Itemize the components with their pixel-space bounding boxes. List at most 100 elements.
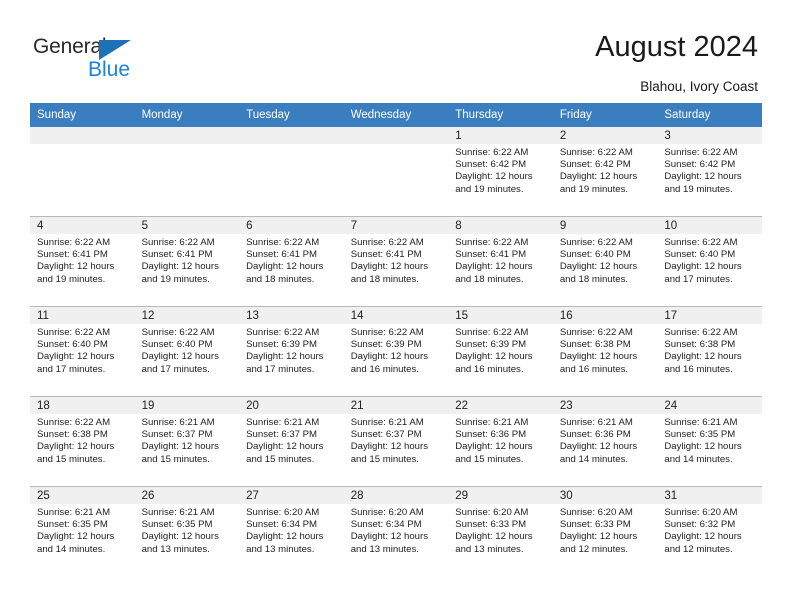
calendar-day-cell[interactable]: 27 Sunrise: 6:20 AM Sunset: 6:34 PM Dayligh… bbox=[239, 486, 344, 576]
day-number: 28 bbox=[343, 487, 449, 504]
calendar-day-cell[interactable]: 29 Sunrise: 6:20 AM Sunset: 6:33 PM Dayligh… bbox=[448, 486, 553, 576]
calendar-day-cell[interactable]: 31 Sunrise: 6:20 AM Sunset: 6:32 PM Dayligh… bbox=[657, 486, 762, 576]
calendar-day-cell[interactable]: 19 Sunrise: 6:21 AM Sunset: 6:37 PM Dayligh… bbox=[134, 396, 240, 487]
day-cell-inner: 14 Sunrise: 6:22 AM Sunset: 6:39 PM Dayligh… bbox=[343, 307, 449, 396]
calendar-day-cell[interactable]: 25 Sunrise: 6:21 AM Sunset: 6:35 PM Dayligh… bbox=[30, 486, 135, 576]
daylight-duration-line2: and 18 minutes. bbox=[455, 273, 524, 285]
logo-text-blue: Blue bbox=[88, 58, 131, 81]
calendar-day-cell[interactable]: 15 Sunrise: 6:22 AM Sunset: 6:39 PM Dayligh… bbox=[448, 306, 553, 397]
calendar-day-cell[interactable]: 22 Sunrise: 6:21 AM Sunset: 6:36 PM Dayligh… bbox=[448, 396, 553, 487]
daylight-duration-line1: Daylight: 12 hours bbox=[455, 531, 533, 543]
daylight-duration-line2: and 15 minutes. bbox=[455, 453, 524, 465]
calendar-day-cell[interactable]: 20 Sunrise: 6:21 AM Sunset: 6:37 PM Dayligh… bbox=[239, 396, 344, 487]
calendar-day-cell[interactable]: 21 Sunrise: 6:21 AM Sunset: 6:37 PM Dayligh… bbox=[343, 396, 449, 487]
daylight-duration-line1: Daylight: 12 hours bbox=[37, 351, 115, 363]
sunset-time: Sunset: 6:32 PM bbox=[664, 519, 736, 531]
day-details: Sunrise: 6:22 AM Sunset: 6:40 PM Daylight:… bbox=[553, 234, 658, 286]
day-cell-inner: 22 Sunrise: 6:21 AM Sunset: 6:36 PM Dayligh… bbox=[448, 397, 553, 486]
calendar-day-cell[interactable]: 6 Sunrise: 6:22 AM Sunset: 6:41 PM Daylight… bbox=[239, 216, 344, 307]
sunset-time: Sunset: 6:33 PM bbox=[455, 519, 527, 531]
calendar-week-row: 4 Sunrise: 6:22 AM Sunset: 6:41 PM Daylight… bbox=[30, 216, 762, 307]
calendar-day-cell[interactable]: 2 Sunrise: 6:22 AM Sunset: 6:42 PM Daylight… bbox=[552, 127, 658, 217]
calendar-day-cell[interactable]: 17 Sunrise: 6:22 AM Sunset: 6:38 PM Dayligh… bbox=[657, 306, 762, 397]
page-location: Blahou, Ivory Coast bbox=[640, 79, 758, 94]
day-number: 3 bbox=[657, 127, 762, 144]
sunset-time: Sunset: 6:36 PM bbox=[559, 429, 631, 441]
daylight-duration-line1: Daylight: 12 hours bbox=[664, 441, 742, 453]
daylight-duration-line1: Daylight: 12 hours bbox=[559, 171, 638, 183]
calendar-page: General Blue August 2024 Blahou, Ivory C… bbox=[0, 0, 792, 612]
day-cell-inner: 8 Sunrise: 6:22 AM Sunset: 6:41 PM Daylight… bbox=[448, 217, 553, 306]
calendar-day-cell[interactable]: 24 Sunrise: 6:21 AM Sunset: 6:35 PM Dayligh… bbox=[657, 396, 762, 487]
calendar-day-cell[interactable]: 3 Sunrise: 6:22 AM Sunset: 6:42 PM Daylight… bbox=[657, 127, 762, 217]
sunset-time: Sunset: 6:34 PM bbox=[246, 519, 318, 531]
sunrise-time: Sunrise: 6:21 AM bbox=[141, 417, 215, 428]
sunrise-time: Sunrise: 6:22 AM bbox=[37, 327, 111, 338]
daylight-duration-line2: and 17 minutes. bbox=[664, 273, 733, 285]
day-number: 27 bbox=[239, 487, 344, 504]
sunrise-time: Sunrise: 6:20 AM bbox=[664, 507, 738, 518]
day-number: 17 bbox=[657, 307, 762, 324]
day-cell-inner: 26 Sunrise: 6:21 AM Sunset: 6:35 PM Dayligh… bbox=[134, 487, 240, 576]
calendar-day-cell[interactable]: 4 Sunrise: 6:22 AM Sunset: 6:41 PM Daylight… bbox=[30, 216, 135, 307]
daylight-duration-line1: Daylight: 12 hours bbox=[141, 351, 219, 363]
sunset-time: Sunset: 6:39 PM bbox=[455, 339, 527, 351]
calendar-day-cell[interactable]: 5 Sunrise: 6:22 AM Sunset: 6:41 PM Daylight… bbox=[134, 216, 240, 307]
day-cell-inner: 19 Sunrise: 6:21 AM Sunset: 6:37 PM Dayligh… bbox=[134, 397, 240, 486]
calendar-day-cell[interactable]: 28 Sunrise: 6:20 AM Sunset: 6:34 PM Dayligh… bbox=[343, 486, 449, 576]
daylight-duration-line2: and 17 minutes. bbox=[141, 363, 210, 375]
sunset-time: Sunset: 6:40 PM bbox=[559, 249, 631, 261]
daylight-duration-line1: Daylight: 12 hours bbox=[350, 351, 429, 363]
calendar-empty-cell bbox=[239, 127, 344, 217]
day-number: 26 bbox=[134, 487, 240, 504]
day-number: 13 bbox=[239, 307, 344, 324]
day-cell-inner: 13 Sunrise: 6:22 AM Sunset: 6:39 PM Dayligh… bbox=[239, 307, 344, 396]
sunrise-time: Sunrise: 6:20 AM bbox=[350, 507, 424, 518]
calendar-day-cell[interactable]: 26 Sunrise: 6:21 AM Sunset: 6:35 PM Dayligh… bbox=[134, 486, 240, 576]
calendar-day-cell[interactable]: 13 Sunrise: 6:22 AM Sunset: 6:39 PM Dayligh… bbox=[239, 306, 344, 397]
sunrise-time: Sunrise: 6:22 AM bbox=[455, 237, 529, 248]
sunrise-time: Sunrise: 6:21 AM bbox=[350, 417, 424, 428]
calendar-day-cell[interactable]: 14 Sunrise: 6:22 AM Sunset: 6:39 PM Dayligh… bbox=[343, 306, 449, 397]
day-details: Sunrise: 6:22 AM Sunset: 6:38 PM Daylight:… bbox=[553, 324, 658, 376]
day-number bbox=[239, 127, 344, 144]
daylight-duration-line2: and 12 minutes. bbox=[559, 543, 629, 555]
calendar-day-cell[interactable]: 7 Sunrise: 6:22 AM Sunset: 6:41 PM Daylight… bbox=[343, 216, 449, 307]
day-details: Sunrise: 6:22 AM Sunset: 6:39 PM Daylight:… bbox=[448, 324, 553, 376]
sunset-time: Sunset: 6:40 PM bbox=[664, 249, 736, 261]
weekday-header-wednesday: Wednesday bbox=[343, 103, 449, 127]
calendar-day-cell[interactable]: 18 Sunrise: 6:22 AM Sunset: 6:38 PM Dayligh… bbox=[30, 396, 135, 487]
day-cell-inner: 11 Sunrise: 6:22 AM Sunset: 6:40 PM Dayligh… bbox=[30, 307, 135, 396]
day-details: Sunrise: 6:21 AM Sunset: 6:37 PM Daylight:… bbox=[239, 414, 344, 466]
daylight-duration-line1: Daylight: 12 hours bbox=[350, 441, 429, 453]
sunrise-sunset-calendar: Sunday Monday Tuesday Wednesday Thursday… bbox=[30, 103, 762, 576]
day-details: Sunrise: 6:21 AM Sunset: 6:37 PM Daylight:… bbox=[344, 414, 449, 466]
day-number: 9 bbox=[552, 217, 658, 234]
calendar-day-cell[interactable]: 30 Sunrise: 6:20 AM Sunset: 6:33 PM Dayligh… bbox=[552, 486, 658, 576]
daylight-duration-line2: and 17 minutes. bbox=[37, 363, 106, 375]
day-cell-inner: 23 Sunrise: 6:21 AM Sunset: 6:36 PM Dayligh… bbox=[552, 397, 658, 486]
sunset-time: Sunset: 6:42 PM bbox=[559, 159, 631, 171]
day-details bbox=[135, 144, 240, 147]
calendar-day-cell[interactable]: 1 Sunrise: 6:22 AM Sunset: 6:42 PM Daylight… bbox=[448, 127, 553, 217]
daylight-duration-line2: and 18 minutes. bbox=[246, 273, 315, 285]
sunrise-time: Sunrise: 6:20 AM bbox=[559, 507, 633, 518]
day-cell-inner bbox=[134, 127, 240, 216]
calendar-body: 1 Sunrise: 6:22 AM Sunset: 6:42 PM Daylight… bbox=[30, 127, 762, 576]
general-blue-logo[interactable]: General Blue bbox=[33, 36, 173, 88]
day-details: Sunrise: 6:22 AM Sunset: 6:42 PM Daylight:… bbox=[657, 144, 762, 196]
logo-triangle-icon bbox=[99, 40, 131, 60]
sunrise-time: Sunrise: 6:20 AM bbox=[455, 507, 529, 518]
calendar-day-cell[interactable]: 11 Sunrise: 6:22 AM Sunset: 6:40 PM Dayligh… bbox=[30, 306, 135, 397]
calendar-day-cell[interactable]: 9 Sunrise: 6:22 AM Sunset: 6:40 PM Daylight… bbox=[552, 216, 658, 307]
daylight-duration-line2: and 15 minutes. bbox=[350, 453, 419, 465]
calendar-day-cell[interactable]: 10 Sunrise: 6:22 AM Sunset: 6:40 PM Dayligh… bbox=[657, 216, 762, 307]
sunrise-time: Sunrise: 6:21 AM bbox=[455, 417, 529, 428]
calendar-day-cell[interactable]: 16 Sunrise: 6:22 AM Sunset: 6:38 PM Dayligh… bbox=[552, 306, 658, 397]
daylight-duration-line1: Daylight: 12 hours bbox=[246, 531, 324, 543]
calendar-day-cell[interactable]: 12 Sunrise: 6:22 AM Sunset: 6:40 PM Dayligh… bbox=[134, 306, 240, 397]
day-cell-inner: 27 Sunrise: 6:20 AM Sunset: 6:34 PM Dayligh… bbox=[239, 487, 344, 576]
calendar-day-cell[interactable]: 23 Sunrise: 6:21 AM Sunset: 6:36 PM Dayligh… bbox=[552, 396, 658, 487]
calendar-day-cell[interactable]: 8 Sunrise: 6:22 AM Sunset: 6:41 PM Daylight… bbox=[448, 216, 553, 307]
calendar-empty-cell bbox=[134, 127, 240, 217]
